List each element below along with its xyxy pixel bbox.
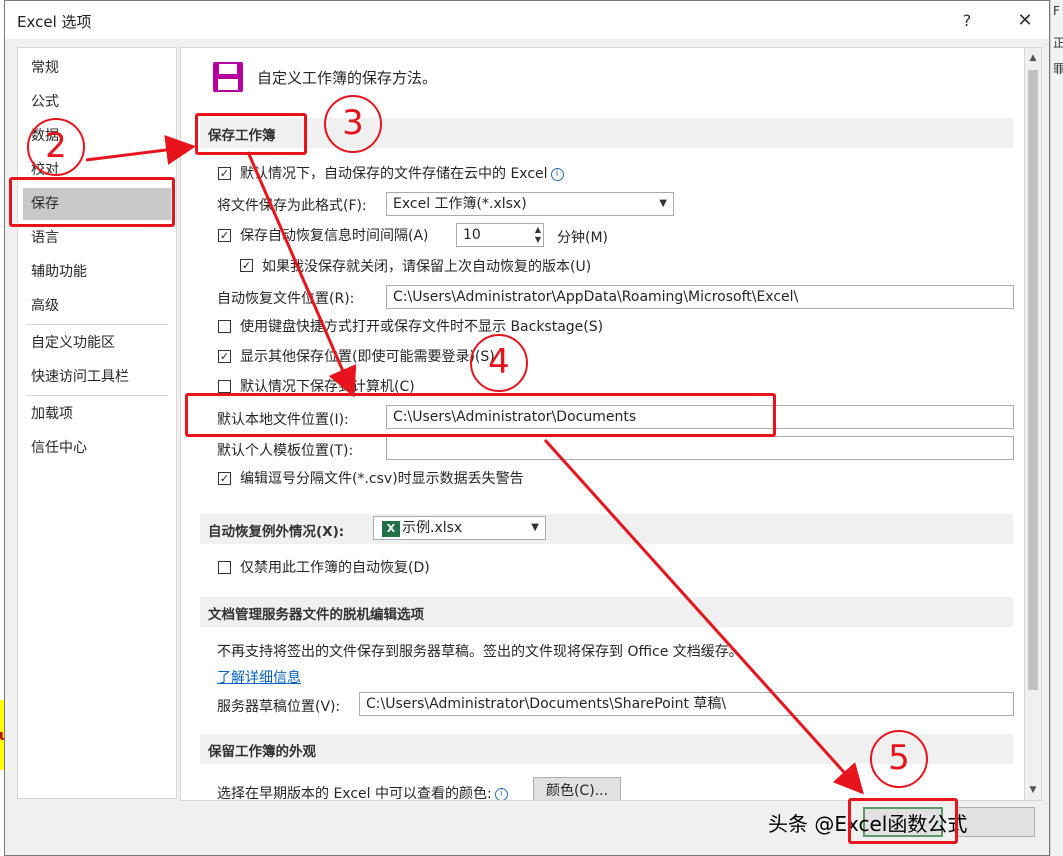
annotation-step-3: 3 — [324, 95, 382, 153]
annotation-step-2: 2 — [27, 118, 85, 176]
annotation-box-save-nav — [9, 177, 175, 227]
annotation-step-4: 4 — [470, 334, 528, 392]
annotation-box-ok — [848, 798, 958, 844]
annotation-box-default-location — [185, 393, 776, 437]
annotation-step-5: 5 — [870, 730, 928, 788]
arrow-section-to-location — [246, 151, 357, 398]
annotation-box-section — [195, 113, 307, 155]
arrow-location-to-ok — [543, 438, 865, 795]
arrow-step2-to-section — [85, 135, 196, 165]
